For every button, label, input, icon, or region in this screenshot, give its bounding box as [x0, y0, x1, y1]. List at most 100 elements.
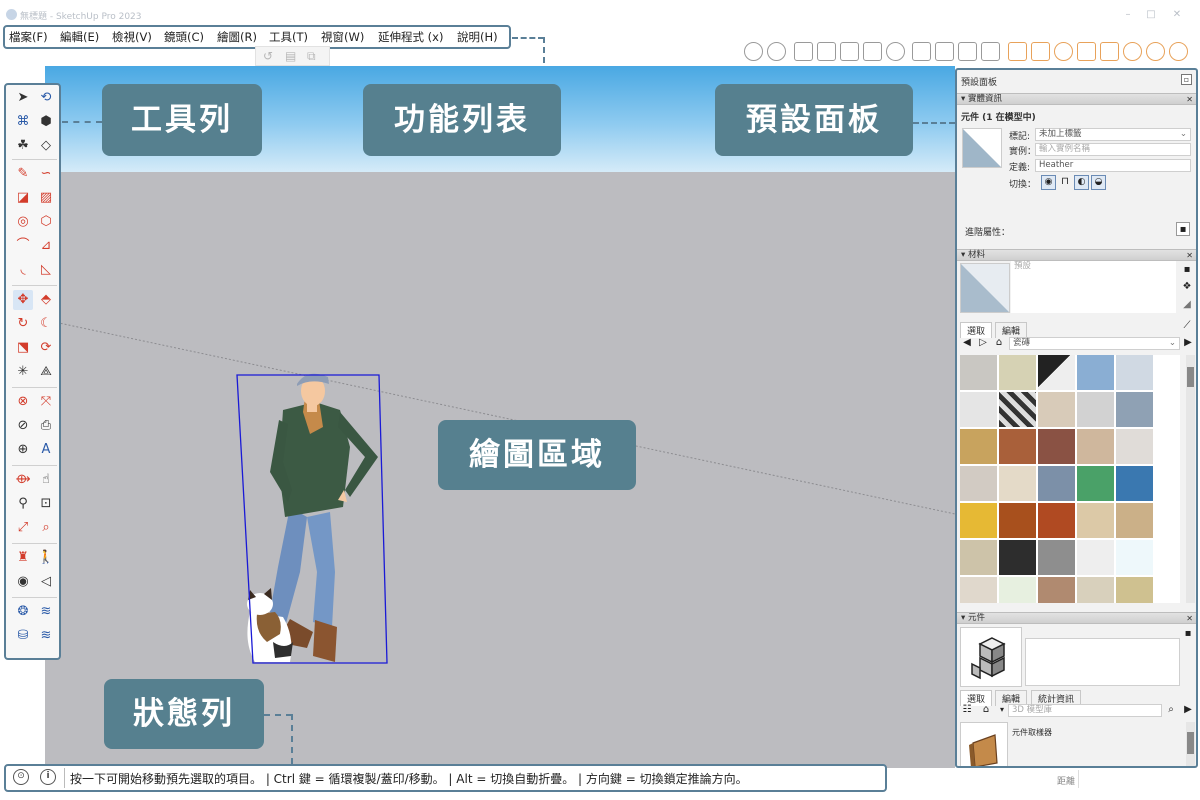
material-swatch[interactable]	[999, 540, 1036, 575]
components-scrollbar[interactable]	[1186, 722, 1195, 766]
lock-toggle-icon[interactable]: ⊓	[1058, 175, 1072, 189]
sandbox-icon[interactable]	[1054, 42, 1073, 61]
material-swatch[interactable]	[1077, 392, 1114, 427]
create-material-icon[interactable]: ❖	[1180, 280, 1194, 294]
menu-extensions[interactable]: 延伸程式 (x)	[378, 29, 443, 45]
material-swatch[interactable]	[999, 577, 1036, 603]
zoom-window-icon[interactable]: ⊡	[36, 494, 56, 514]
entity-info-header[interactable]: ▾ 實體資訊 ✕	[957, 93, 1196, 105]
walk-tool-icon[interactable]: 🚶	[36, 548, 56, 568]
home-icon[interactable]: ⌂	[979, 703, 993, 717]
walk-icon[interactable]: ↺	[263, 49, 273, 63]
back-arrow-icon[interactable]: ◀	[960, 336, 974, 350]
material-swatch[interactable]	[999, 429, 1036, 464]
material-swatch[interactable]	[1077, 466, 1114, 501]
rectangle-tool-icon[interactable]: ◪	[13, 188, 33, 208]
forward-arrow-icon[interactable]: ▷	[976, 336, 990, 350]
search-icon[interactable]: ⌕	[1164, 703, 1178, 717]
add-detail-icon[interactable]	[1146, 42, 1165, 61]
freehand-tool-icon[interactable]: ∽	[36, 164, 56, 184]
collection-details-icon[interactable]: ▶	[1181, 336, 1195, 350]
axes-tool-icon[interactable]: ⊕	[13, 440, 33, 460]
view-options-icon[interactable]: ☷	[960, 703, 974, 717]
heather-figure[interactable]	[247, 373, 378, 662]
tape-measure-icon[interactable]: ⊗	[13, 392, 33, 412]
material-swatch[interactable]	[1077, 429, 1114, 464]
close-icon[interactable]: ✕	[1186, 94, 1193, 105]
drape-icon[interactable]	[1123, 42, 1142, 61]
material-swatch[interactable]	[1116, 429, 1153, 464]
material-name-field[interactable]: 預設	[1011, 261, 1176, 313]
back-edges-style-icon[interactable]	[767, 42, 786, 61]
default-material-icon[interactable]: ◢	[1180, 298, 1194, 312]
material-swatch[interactable]	[1116, 503, 1153, 538]
material-swatch[interactable]	[1077, 355, 1114, 390]
material-swatch[interactable]	[960, 577, 997, 603]
material-swatch[interactable]	[1116, 392, 1153, 427]
tag-select[interactable]: 未加上標籤 ⌄	[1035, 128, 1191, 141]
section-plane-tool-icon[interactable]: ◁	[36, 572, 56, 592]
component-sampler-thumbnail[interactable]	[960, 722, 1008, 766]
display-secondary-pane-icon[interactable]: ▪	[1180, 263, 1194, 277]
smoove-icon[interactable]	[1077, 42, 1096, 61]
wireframe-style-icon[interactable]	[794, 42, 813, 61]
menu-file[interactable]: 檔案(F)	[9, 29, 48, 45]
material-swatch[interactable]	[960, 540, 997, 575]
eraser-icon[interactable]: ⬢	[36, 112, 56, 132]
rotate-tool-icon[interactable]: ↻	[13, 314, 33, 334]
circle-tool-icon[interactable]: ◎	[13, 212, 33, 232]
geolocation-icon[interactable]: ⊙	[13, 769, 29, 785]
material-swatch[interactable]	[999, 466, 1036, 501]
material-swatch[interactable]	[1038, 355, 1075, 390]
material-swatch[interactable]	[999, 392, 1036, 427]
lasso-select-tool-icon[interactable]: ⟲	[36, 88, 56, 108]
share-model-icon[interactable]: ≋	[36, 602, 56, 622]
material-swatch[interactable]	[960, 503, 997, 538]
material-swatch[interactable]	[1116, 540, 1153, 575]
pie-tool-icon[interactable]: ◺	[36, 260, 56, 280]
material-swatch[interactable]	[960, 466, 997, 501]
select-tool-icon[interactable]: ➤	[13, 88, 33, 108]
left-view-icon[interactable]	[1031, 42, 1050, 61]
extension-warehouse-icon[interactable]: ⛁	[13, 626, 33, 646]
menu-camera[interactable]: 鏡頭(C)	[164, 29, 204, 45]
shaded-style-icon[interactable]	[840, 42, 859, 61]
maximize-button[interactable]: □	[1144, 9, 1158, 20]
menu-edit[interactable]: 編輯(E)	[60, 29, 99, 45]
arc-tool-icon[interactable]: ⌒	[13, 236, 33, 256]
material-swatch[interactable]	[1077, 540, 1114, 575]
material-swatch[interactable]	[999, 355, 1036, 390]
front-view-icon[interactable]	[958, 42, 977, 61]
minimize-button[interactable]: –	[1121, 9, 1135, 20]
solid-tools-icon[interactable]: ✳	[13, 362, 33, 382]
measurements-box[interactable]	[1078, 770, 1194, 788]
three-point-arc-icon[interactable]: ◟	[13, 260, 33, 280]
text-tool-icon[interactable]: ⎙	[36, 416, 56, 436]
line-tool-icon[interactable]: ✎	[13, 164, 33, 184]
component-search-input[interactable]: 3D 模型庫	[1008, 704, 1162, 717]
back-view-icon[interactable]	[1008, 42, 1027, 61]
move-tool-icon[interactable]: ✥	[13, 290, 33, 310]
menu-view[interactable]: 檢視(V)	[112, 29, 152, 45]
look-around-icon[interactable]: ◉	[13, 572, 33, 592]
material-swatch[interactable]	[1038, 429, 1075, 464]
material-swatch[interactable]	[1077, 577, 1114, 603]
xray-style-icon[interactable]	[744, 42, 763, 61]
material-swatch[interactable]	[960, 429, 997, 464]
stamp-icon[interactable]	[1100, 42, 1119, 61]
definition-name-input[interactable]: Heather	[1035, 159, 1191, 172]
shaded-textures-style-icon[interactable]	[863, 42, 882, 61]
two-point-arc-icon[interactable]: ⊿	[36, 236, 56, 256]
close-icon[interactable]: ✕	[1186, 613, 1193, 624]
instructor-info-icon[interactable]: i	[40, 769, 56, 785]
home-icon[interactable]: ⌂	[992, 336, 1006, 350]
display-secondary-pane-icon[interactable]: ▪	[1181, 627, 1195, 641]
warehouse-icon[interactable]: ❂	[13, 602, 33, 622]
polygon-tool-icon[interactable]: ⬡	[36, 212, 56, 232]
menu-window[interactable]: 視窗(W)	[321, 29, 364, 45]
zoom-extents-icon[interactable]: ⤢	[13, 518, 33, 538]
visibility-toggle-icon[interactable]: ◉	[1041, 175, 1056, 190]
share-component-icon[interactable]: ≋	[36, 626, 56, 646]
hidden-line-style-icon[interactable]	[817, 42, 836, 61]
section-plane-icon[interactable]: ▤	[285, 49, 296, 63]
